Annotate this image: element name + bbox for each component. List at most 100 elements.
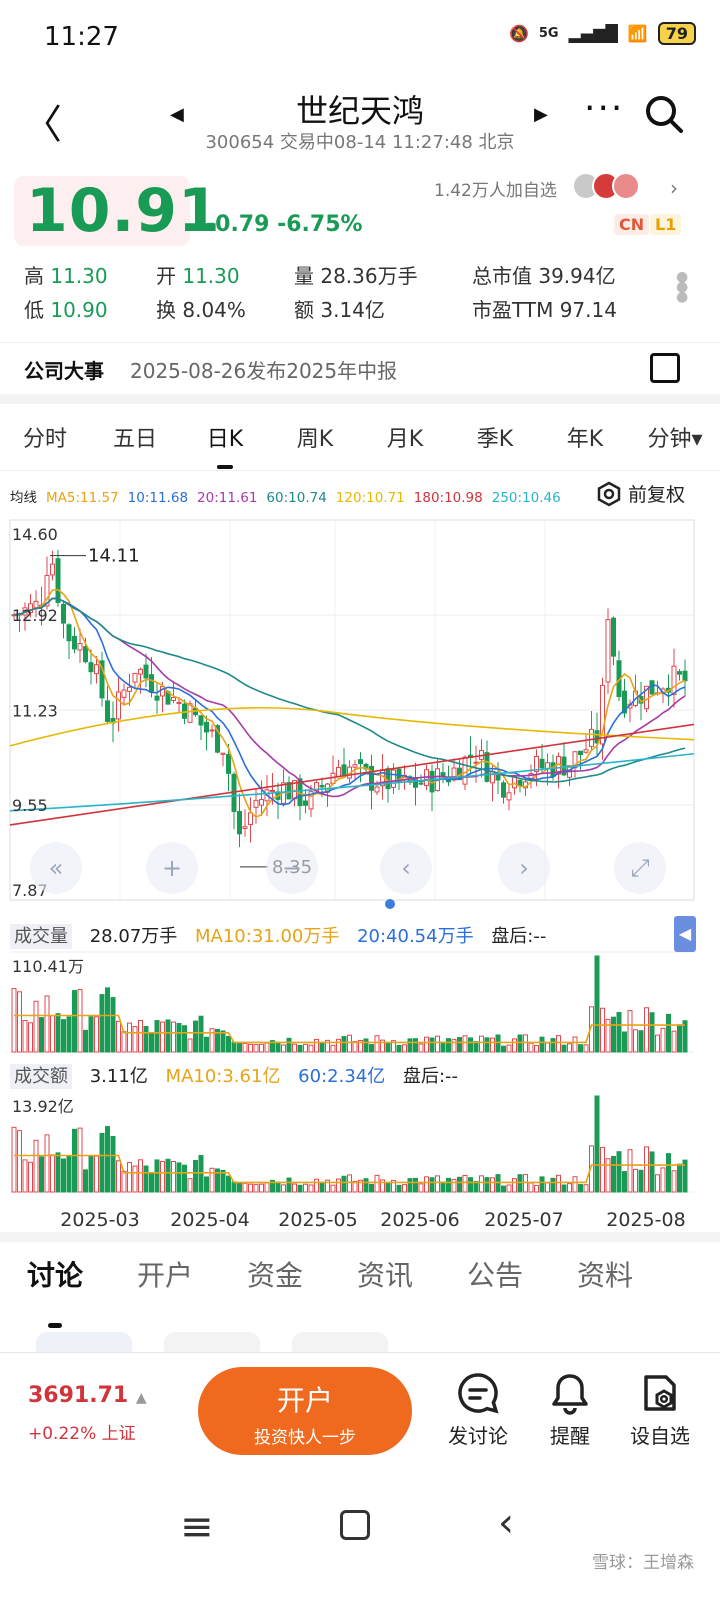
add-watchlist-label: 设自选 (630, 1424, 690, 1448)
volume-bar (418, 1043, 424, 1053)
amount-bar (248, 1183, 253, 1193)
tab-weekly-k[interactable]: 周K (270, 421, 360, 453)
label: 高 (24, 264, 44, 288)
tab-news[interactable]: 资讯 (330, 1254, 440, 1314)
amount-bar (347, 1174, 352, 1193)
followers-count[interactable]: 1.42万人加自选 (434, 176, 557, 201)
amount-bar (259, 1183, 264, 1193)
volume-bar (666, 1013, 671, 1053)
volume-label[interactable]: 成交量 (10, 924, 72, 949)
volume-bar (330, 1044, 336, 1053)
quote-pe-ttm: 市盈TTM 97.14 (472, 294, 617, 323)
back-nav-icon[interactable]: ‹ (498, 1500, 514, 1546)
volume-bar (402, 1044, 407, 1053)
amount-bar (583, 1184, 589, 1193)
amount-label[interactable]: 成交额 (10, 1064, 72, 1089)
amount-bar (50, 1154, 55, 1193)
volume-bar (204, 1036, 209, 1053)
tab-daily-k[interactable]: 日K (180, 421, 270, 469)
volume-bar (424, 1036, 429, 1053)
amount-bar (99, 1132, 105, 1193)
chevron-right-icon[interactable]: › (670, 176, 678, 200)
amount-bar (132, 1165, 138, 1193)
candle-body (605, 619, 611, 683)
amount-bar (363, 1178, 369, 1193)
next-stock-icon[interactable]: ▶ (534, 104, 548, 125)
volume-ma20: 20:40.54万手 (357, 926, 474, 947)
tab-minute[interactable]: 分钟▾ (630, 421, 720, 453)
amount-bar (281, 1184, 286, 1193)
tab-monthly-k[interactable]: 月K (360, 421, 450, 453)
ma-legend-item: 250:10.46 (491, 490, 561, 506)
volume-bar (495, 1034, 501, 1053)
post-discussion-button[interactable]: 发讨论 (438, 1371, 518, 1449)
candle-body (391, 769, 396, 788)
tab-yearly-k[interactable]: 年K (540, 421, 630, 453)
index-value[interactable]: 3691.71 ▲ (28, 1383, 147, 1408)
volume-bar (33, 1000, 39, 1053)
volume-bar (11, 988, 17, 1053)
tab-capital[interactable]: 资金 (220, 1254, 330, 1314)
amount-ma60: 60:2.34亿 (298, 1066, 386, 1087)
expand-dots-icon[interactable]: ● ● ● (676, 270, 688, 304)
volume-bar (187, 1038, 193, 1053)
amount-bar (446, 1177, 451, 1193)
open-account-button[interactable]: 开户 投资快人一步 (198, 1367, 412, 1455)
candle-body (462, 756, 468, 785)
alert-button[interactable]: 提醒 (530, 1371, 610, 1449)
tab-discussion[interactable]: 讨论 (0, 1254, 110, 1328)
search-icon[interactable] (644, 94, 684, 138)
filter-chip[interactable] (292, 1332, 388, 1354)
divider (0, 394, 720, 404)
amount-bar (660, 1167, 666, 1193)
collapse-panel-icon[interactable]: ◀ (674, 916, 696, 952)
tab-announcements[interactable]: 公告 (440, 1254, 550, 1314)
filter-chip[interactable] (36, 1332, 132, 1354)
amount-bar (418, 1183, 424, 1193)
home-icon[interactable] (340, 1510, 370, 1540)
amount-bar (407, 1178, 413, 1193)
calendar-icon[interactable] (650, 353, 680, 383)
high-marker-label: 14.11 (88, 546, 140, 567)
filter-chip[interactable] (164, 1332, 260, 1354)
menu-icon[interactable]: ≡ (180, 1504, 214, 1550)
amount-bar (534, 1184, 539, 1193)
tab-quarterly-k[interactable]: 季K (450, 421, 540, 453)
volume-value: 28.07万手 (89, 926, 178, 947)
quote-high: 高 11.30 (24, 260, 108, 289)
tab-intraday[interactable]: 分时 (0, 421, 90, 453)
more-icon[interactable]: ··· (584, 88, 624, 129)
volume-bar (28, 1022, 33, 1053)
volume-bar (171, 1021, 176, 1053)
adjust-toggle[interactable]: 前复权 (596, 480, 685, 507)
tab-profile[interactable]: 资料 (550, 1254, 660, 1314)
alert-label: 提醒 (550, 1424, 590, 1448)
volume-bar (231, 1041, 237, 1053)
period-tabs: 分时 五日 日K 周K 月K 季K 年K 分钟▾ (0, 406, 720, 469)
amount-bar (396, 1184, 402, 1193)
chart-control-icon: ⤢ (630, 854, 649, 882)
amount-bar (198, 1154, 204, 1193)
company-event-bar[interactable]: 公司大事 2025-08-26发布2025年中报 (0, 342, 720, 394)
add-watchlist-button[interactable]: 设自选 (620, 1371, 700, 1449)
volume-bar (407, 1038, 413, 1053)
tab-open-account[interactable]: 开户 (110, 1254, 220, 1314)
amount-value: 3.11亿 (89, 1066, 148, 1087)
volume-bar (468, 1037, 473, 1053)
volume-bar (473, 1041, 479, 1053)
tab-five-day[interactable]: 五日 (90, 421, 180, 453)
volume-bar (347, 1034, 352, 1053)
candle-body (66, 624, 72, 642)
amount-after-hours: 盘后:-- (402, 1066, 459, 1087)
last-price: 10.91 (26, 176, 221, 246)
kline-chart[interactable]: 14.6012.9211.239.557.8714.118.35110.41万1… (0, 512, 720, 1242)
volume-bar (523, 1034, 528, 1053)
index-arrow-icon: ▲ (135, 1390, 147, 1406)
volume-bar (490, 1037, 495, 1053)
chart-control-icon: « (49, 854, 64, 882)
label: 市盈TTM (472, 298, 554, 322)
volume-bar (611, 1016, 616, 1053)
candle-body (611, 617, 616, 657)
follower-avatars[interactable] (572, 172, 640, 200)
volume-bar (429, 1037, 435, 1053)
